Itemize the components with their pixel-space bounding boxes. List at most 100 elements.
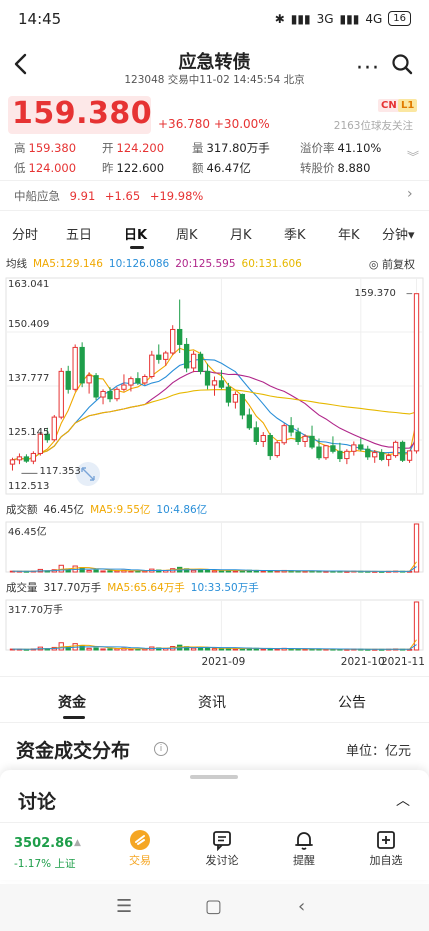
sub-chart-title: 成交量 317.70万手 MA5:65.64万手 10:33.50万手	[6, 580, 265, 595]
y-tick-label: 137.777	[8, 373, 50, 384]
adjust-icon: ◎	[368, 258, 379, 271]
volume-bar	[260, 648, 266, 651]
tab-period[interactable]: 月K	[230, 224, 252, 243]
related-stock-row[interactable]: 中船应急 9.91 +1.65 +19.98%	[14, 188, 203, 204]
divider	[0, 210, 429, 211]
tab-period[interactable]: 季K	[284, 224, 306, 243]
candle-body	[114, 388, 120, 400]
candle-body	[323, 445, 329, 459]
status-bar: 14:45 ✱ ▮▮▮ 3G ▮▮▮ 4G 16	[0, 0, 429, 38]
candle-body	[204, 370, 211, 386]
volume-bar	[260, 570, 266, 573]
stat-item: 溢价率 41.10%	[300, 140, 381, 156]
kline-chart[interactable]: 163.041 150.409 137.777 125.145 112.513 2021-…	[0, 272, 429, 674]
sub-chart-title: 成交额 46.45亿 MA5:9.55亿 10:4.86亿	[6, 502, 213, 517]
volume-bar	[79, 644, 85, 651]
adjust-label: 前复权	[382, 258, 415, 271]
candle-body	[170, 328, 176, 354]
adjust-toggle[interactable]: ◎ 前复权	[369, 256, 415, 272]
index-value[interactable]: 3502.86	[14, 836, 73, 851]
candle-body	[253, 427, 259, 442]
min-price-label: 117.353	[39, 466, 81, 478]
bluetooth-icon: ✱	[274, 11, 285, 26]
home-icon[interactable]: ▢	[205, 896, 222, 917]
current-price: 159.380	[12, 96, 153, 131]
volume-bar	[58, 642, 64, 651]
volume-bar	[100, 570, 106, 573]
back-icon[interactable]: ‹	[298, 896, 305, 917]
more-icon[interactable]: ···	[356, 56, 380, 81]
trade-button[interactable]: 交易	[110, 828, 170, 868]
section-tab[interactable]: 公告	[338, 692, 366, 712]
related-stock-change-pct: +19.98%	[149, 189, 204, 203]
candle-body	[156, 354, 162, 360]
candle-body	[23, 456, 30, 462]
signal-icon: ▮▮▮	[290, 11, 311, 26]
section-tab-underline	[63, 716, 85, 719]
collapse-chevron-icon[interactable]: ︾	[407, 148, 419, 165]
post-comment-button[interactable]: 发讨论	[192, 828, 252, 868]
y-tick-label: 163.041	[8, 279, 50, 290]
candle-body	[163, 352, 169, 360]
y-tick-label: 112.513	[8, 481, 50, 492]
trade-icon	[130, 830, 150, 850]
candle-body	[16, 456, 23, 461]
candle-body	[93, 375, 99, 398]
volume-bar	[274, 648, 280, 651]
volume-bar	[211, 648, 218, 651]
add-watchlist-button[interactable]: 加自选	[356, 828, 416, 868]
sub-chart-ma: MA5:65.64万手	[107, 582, 185, 594]
candle-body	[295, 431, 301, 442]
followers-count[interactable]: 2163位球友关注	[334, 118, 413, 133]
add-watchlist-label: 加自选	[369, 854, 403, 867]
candle-body	[72, 346, 78, 390]
tab-period[interactable]: 日K	[124, 224, 147, 243]
tab-period[interactable]: 周K	[176, 224, 198, 243]
tab-underline	[130, 246, 144, 249]
chevron-up-icon[interactable]: ︿	[396, 790, 410, 810]
stat-key: 溢价率	[300, 141, 335, 155]
section-tab[interactable]: 资讯	[198, 692, 226, 712]
reminder-button[interactable]: 提醒	[274, 828, 334, 868]
candle-body	[197, 353, 204, 372]
stat-key: 昨	[102, 161, 114, 175]
ma-value: 60:131.606	[241, 258, 302, 270]
candle-body	[351, 444, 357, 452]
menu-icon[interactable]: ☰	[116, 896, 132, 917]
ma-value: 20:125.595	[175, 258, 236, 270]
chevron-right-icon[interactable]: ›	[407, 186, 413, 202]
candle-body	[225, 386, 232, 403]
volume-bar	[93, 569, 99, 573]
change-percent: +30.00%	[213, 117, 270, 131]
stat-item: 高 159.380	[14, 140, 76, 156]
sub-chart-max-label: 317.70万手	[8, 605, 63, 616]
candle-body	[330, 445, 336, 452]
related-stock-change: +1.65	[104, 189, 141, 203]
change-value: +36.780	[158, 117, 211, 131]
stat-value: 41.10%	[337, 141, 382, 155]
volume-bar	[107, 648, 113, 651]
sub-chart-value: 46.45亿	[43, 504, 85, 516]
tab-period[interactable]: 年K	[338, 224, 360, 243]
stat-key: 开	[102, 141, 114, 155]
volume-bar	[79, 567, 85, 573]
ma-indicator-row: 均线 MA5:129.146 10:126.086 20:125.595 60:131.…	[6, 256, 308, 271]
candle-body	[86, 375, 92, 384]
volume-bar	[190, 569, 197, 573]
candle-body	[392, 441, 399, 457]
section-tabs: 资金 资讯 公告	[0, 684, 429, 720]
drag-handle[interactable]	[190, 775, 238, 779]
tab-period[interactable]: 分钟▾	[382, 224, 415, 243]
ma-value: 10:126.086	[108, 258, 170, 270]
section-tab[interactable]: 资金	[58, 692, 86, 712]
sub-chart-value: 317.70万手	[43, 582, 102, 594]
ma-value: MA5:129.146	[33, 258, 103, 270]
tab-period[interactable]: 五日	[66, 224, 92, 243]
search-icon[interactable]	[390, 52, 414, 76]
stat-value: 159.380	[28, 141, 77, 155]
candle-body	[211, 380, 218, 386]
tab-period[interactable]: 分时	[12, 224, 38, 243]
volume-bar	[204, 647, 211, 651]
sub-chart-max-label: 46.45亿	[8, 527, 47, 538]
info-icon[interactable]: i	[154, 742, 168, 756]
